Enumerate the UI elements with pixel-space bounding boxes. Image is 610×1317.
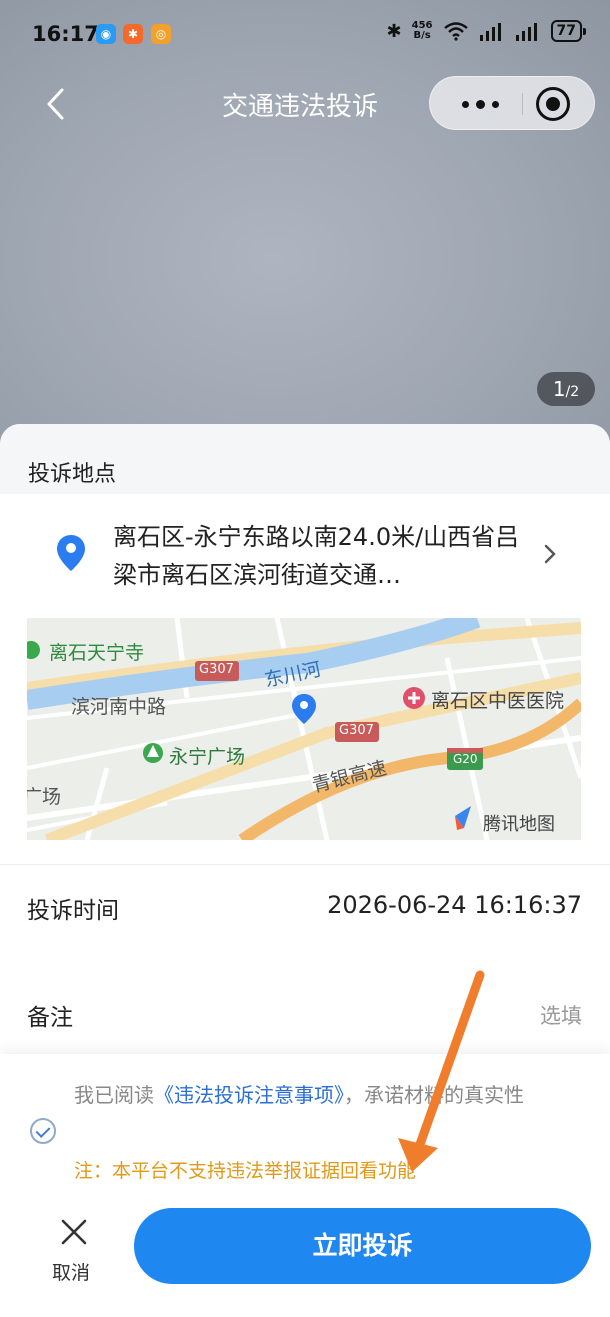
- remark-input[interactable]: 选填: [540, 1000, 582, 1030]
- page-total: /2: [565, 384, 580, 400]
- map-label-square: 永宁广场: [169, 746, 246, 768]
- page-current: 1: [552, 377, 566, 401]
- weibo-app-icon: ◎: [151, 24, 171, 44]
- remark-label: 备注: [27, 1005, 73, 1031]
- status-time: 16:17: [32, 22, 99, 46]
- remark-row[interactable]: 备注 选填: [0, 972, 610, 1052]
- agreement-suffix: ，承诺材料的真实性: [344, 1083, 524, 1107]
- location-address: 离石区-永宁东路以南24.0米/山西省吕梁市离石区滨河街道交通…: [113, 523, 520, 589]
- cancel-button[interactable]: 取消: [46, 1218, 104, 1286]
- complaint-time-label: 投诉时间: [27, 898, 119, 924]
- signal-icon: [479, 23, 501, 41]
- agreement-section: 我已阅读《违法投诉注意事项》，承诺材料的真实性 注：本平台不支持违法举报证据回看…: [0, 1054, 610, 1188]
- agreement-link[interactable]: 《违法投诉注意事项》: [154, 1083, 344, 1107]
- bluetooth-icon: ✱: [386, 20, 402, 42]
- map-label-hospital: 离石区中医医院: [431, 690, 565, 712]
- close-miniprogram-icon[interactable]: [536, 87, 570, 121]
- more-icon[interactable]: [448, 77, 512, 131]
- bottom-action-bar: 取消 立即投诉: [0, 1194, 610, 1317]
- cancel-label: 取消: [52, 1262, 91, 1284]
- location-section-header: 投诉地点: [0, 424, 610, 494]
- map-label-temple: 离石天宁寺: [49, 642, 145, 664]
- miniprogram-capsule: [429, 76, 595, 130]
- agreement-note: 注：本平台不支持违法举报证据回看功能: [74, 1160, 417, 1182]
- location-select-row[interactable]: 离石区-永宁东路以南24.0米/山西省吕梁市离石区滨河街道交通…: [0, 494, 610, 614]
- wifi-icon: [443, 22, 468, 41]
- status-right: ✱ 456 B/s 77: [386, 20, 587, 42]
- map-label-road: 滨河南中路: [71, 696, 167, 718]
- complaint-time-row: 投诉时间 2026-06-24 16:16:37: [0, 864, 610, 944]
- map-brand-label: 腾讯地图: [483, 814, 555, 835]
- agreement-prefix: 我已阅读: [74, 1083, 154, 1107]
- signal-icon-2: [515, 23, 537, 41]
- net-speed: 456 B/s: [412, 21, 433, 41]
- map-label-edge: 广场: [27, 786, 62, 808]
- net-speed-unit: B/s: [413, 30, 431, 41]
- photo-page-indicator: 1/2: [537, 372, 595, 406]
- agreement-checkbox[interactable]: [30, 1118, 56, 1144]
- evidence-photo[interactable]: [0, 0, 610, 470]
- nav-bar: 交通违法投诉: [0, 72, 610, 132]
- agreement-text: 我已阅读《违法投诉注意事项》，承诺材料的真实性: [74, 1078, 584, 1112]
- submit-complaint-button[interactable]: 立即投诉: [134, 1208, 591, 1284]
- map-label-g307-b: G307: [339, 723, 374, 738]
- battery-indicator: 77: [550, 20, 587, 42]
- map-label-g20: G20: [453, 752, 478, 766]
- close-icon: [61, 1219, 87, 1245]
- sport-app-icon: ✱: [123, 24, 143, 44]
- location-section-title: 投诉地点: [28, 462, 117, 487]
- message-app-icon: ◉: [96, 24, 116, 44]
- status-bar: 16:17 ◉ ✱ ◎ ✱ 456 B/s 77: [0, 0, 610, 70]
- complaint-form-sheet: 投诉地点 离石区-永宁东路以南24.0米/山西省吕梁市离石区滨河街道交通… 离石…: [0, 424, 610, 1317]
- complaint-time-value: 2026-06-24 16:16:37: [327, 891, 582, 919]
- map-label-g307-a: G307: [199, 662, 234, 677]
- chevron-right-icon: [544, 544, 556, 564]
- capsule-divider: [522, 93, 523, 115]
- location-map[interactable]: 离石天宁寺 东川河 G307 G307 滨河南中路 离石区中医医院 永宁广场 G…: [27, 618, 581, 840]
- location-pin-icon: [57, 535, 85, 571]
